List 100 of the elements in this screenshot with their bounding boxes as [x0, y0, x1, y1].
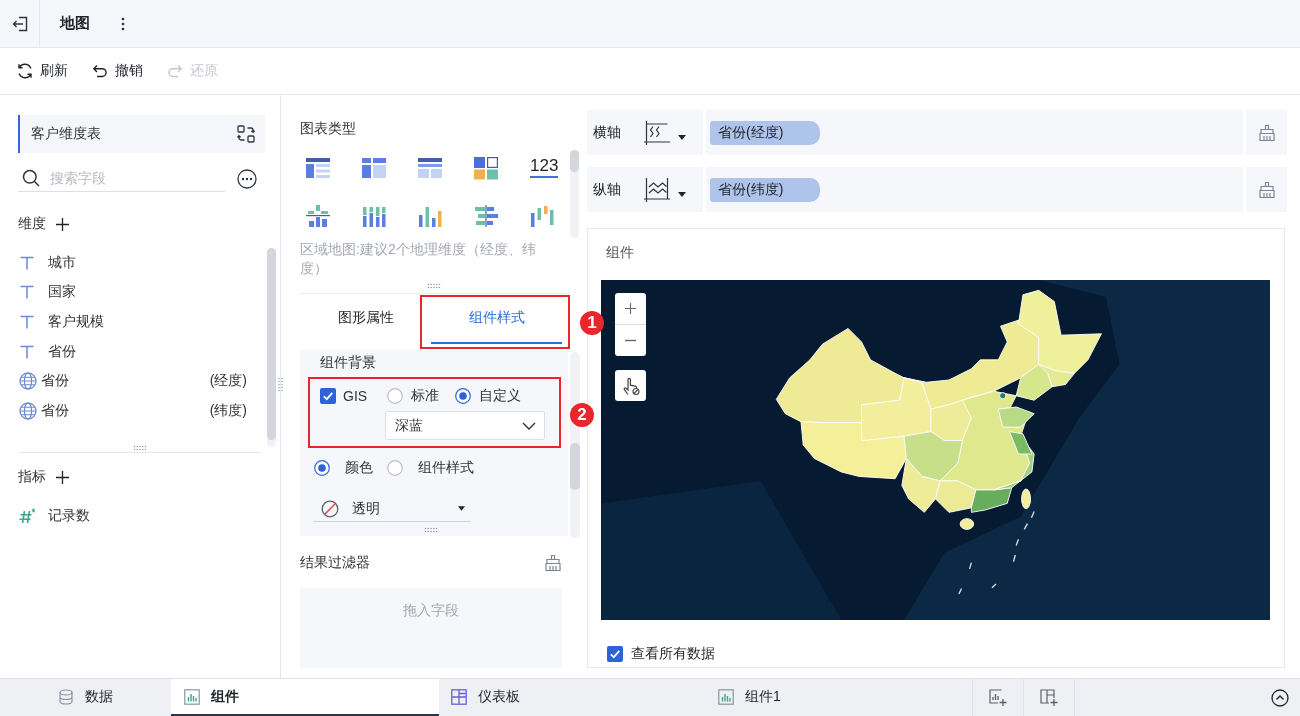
stacked-column-icon[interactable] [362, 204, 386, 228]
globe-icon [19, 372, 37, 391]
clear-button[interactable] [1246, 110, 1287, 155]
kpi-chart-option[interactable]: 123 [530, 156, 559, 178]
clear-button[interactable] [1246, 167, 1287, 212]
grip-icon[interactable] [424, 527, 438, 533]
range-column-icon[interactable] [530, 204, 554, 228]
field-name[interactable]: 客户规模 [48, 313, 104, 331]
step-marker: 2 [570, 403, 594, 427]
sheet-tab[interactable]: 数据 [44, 679, 171, 716]
radio-label: 自定义 [479, 387, 521, 405]
axis-label: 纵轴 [593, 180, 621, 199]
section-title: 结果过滤器 [300, 554, 370, 572]
grip-icon[interactable] [427, 282, 441, 289]
section-title: 组件背景 [320, 353, 377, 372]
table-icon[interactable] [306, 156, 330, 180]
more-icon[interactable] [121, 16, 125, 31]
checkbox[interactable] [607, 646, 623, 662]
broom-icon[interactable] [544, 554, 562, 572]
theme-dropdown[interactable]: 深蓝 [385, 411, 545, 440]
more-icon[interactable] [237, 168, 257, 189]
no-color-icon [321, 499, 339, 518]
field-role: (纬度) [209, 401, 247, 420]
axis-scale-icon[interactable] [644, 177, 670, 202]
radio-button[interactable] [387, 388, 403, 404]
plus-icon[interactable] [56, 470, 69, 484]
checkbox-label: GIS [343, 388, 368, 404]
split-table-icon[interactable] [362, 156, 386, 180]
radio-label: 颜色 [345, 459, 373, 477]
field-name[interactable]: 记录数 [48, 506, 90, 525]
sheet-tab[interactable]: 组件 [171, 679, 439, 716]
step-marker: 1 [580, 311, 604, 335]
redo-icon [166, 62, 184, 80]
axis-label: 横轴 [593, 123, 621, 142]
text-type-icon [20, 344, 34, 359]
undo-button[interactable]: 撤销 [91, 62, 143, 80]
bar-chart-icon [184, 688, 200, 705]
tab[interactable]: 图形属性 [300, 294, 431, 344]
axis-scale-icon[interactable] [644, 120, 670, 145]
plus-icon [625, 303, 636, 314]
number-type-icon [18, 507, 36, 524]
card-title: 组件 [606, 243, 635, 262]
hint-text: 区域地图:建议2个地理维度（经度、纬度） [300, 240, 537, 278]
broom-icon [1257, 180, 1276, 199]
drop-zone[interactable]: 省份(纬度) [706, 167, 1243, 212]
section-title: 维度 [18, 215, 46, 233]
field-pill[interactable]: 省份(经度) [710, 120, 820, 145]
field-name[interactable]: 省份 [41, 372, 69, 391]
caret-icon[interactable] [678, 135, 686, 140]
radio-label: 组件样式 [418, 459, 474, 477]
globe-icon [19, 401, 37, 420]
add-dashboard-icon[interactable] [1040, 688, 1058, 707]
select-tool-button[interactable] [615, 370, 646, 401]
search-field[interactable]: 搜索字段 [18, 165, 225, 192]
bar-chart-icon [718, 688, 734, 705]
table-selector[interactable]: 客户维度表 [18, 115, 265, 153]
tab[interactable]: 组件样式 [431, 294, 562, 344]
exit-icon[interactable] [10, 14, 29, 33]
add-chart-icon[interactable] [989, 688, 1007, 707]
sheet-tab[interactable]: 仪表板 [439, 679, 700, 716]
horizontal-bar-icon[interactable] [474, 204, 498, 228]
field-pill[interactable]: 省份(纬度) [710, 177, 820, 202]
undo-icon [91, 62, 109, 80]
caret-icon [458, 506, 465, 511]
text-type-icon [20, 255, 34, 270]
field-role: (经度) [209, 372, 247, 391]
collapse-icon[interactable] [1271, 688, 1289, 707]
radio-button[interactable] [314, 460, 330, 476]
color-dropdown[interactable]: 透明 [313, 496, 471, 522]
field-name[interactable]: 城市 [48, 253, 76, 272]
table-name: 客户维度表 [31, 125, 101, 143]
scrollbar-thumb[interactable] [570, 443, 580, 490]
column-chart-icon[interactable] [418, 204, 442, 228]
database-icon [58, 688, 74, 705]
checkbox-label: 查看所有数据 [631, 645, 715, 663]
caret-icon[interactable] [678, 192, 686, 197]
text-type-icon [20, 285, 34, 300]
grip-icon[interactable] [133, 445, 147, 451]
refresh-button[interactable]: 刷新 [16, 62, 68, 80]
checkbox[interactable] [320, 388, 336, 404]
broom-icon [1257, 123, 1276, 142]
dashboard-icon [451, 688, 467, 705]
radio-button[interactable] [387, 460, 403, 476]
field-name[interactable]: 省份 [48, 342, 76, 361]
radio-button[interactable] [455, 388, 471, 404]
drop-zone[interactable]: 省份(经度) [706, 110, 1243, 155]
field-name[interactable]: 国家 [48, 283, 76, 302]
dot-chart-icon[interactable] [306, 204, 330, 228]
swap-icon[interactable] [237, 125, 255, 143]
sheet-tab[interactable]: 组件1 [700, 679, 972, 716]
tile-chart-icon[interactable] [474, 156, 498, 180]
grip-icon[interactable] [278, 377, 283, 392]
scrollbar-thumb[interactable] [570, 150, 579, 172]
plus-icon[interactable] [56, 217, 69, 231]
grid-table-icon[interactable] [418, 156, 442, 180]
search-icon [22, 169, 40, 187]
section-title: 指标 [18, 468, 46, 486]
text-type-icon [20, 315, 34, 329]
section-title: 图表类型 [300, 119, 357, 138]
field-name[interactable]: 省份 [41, 401, 69, 420]
